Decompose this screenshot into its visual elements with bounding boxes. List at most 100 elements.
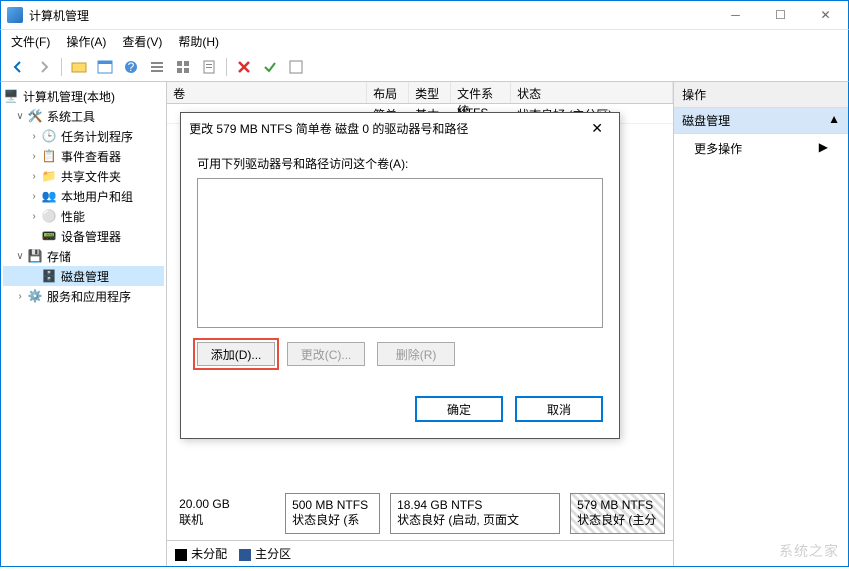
tree-shared-folders[interactable]: › 📁 共享文件夹 — [3, 166, 164, 186]
tree-label: 服务和应用程序 — [47, 288, 131, 305]
partition-2[interactable]: 18.94 GB NTFS 状态良好 (启动, 页面文 — [390, 493, 560, 534]
tree-task-scheduler[interactable]: › 🕒 任务计划程序 — [3, 126, 164, 146]
change-button[interactable]: 更改(C)... — [287, 342, 365, 366]
minimize-button[interactable]: ─ — [713, 1, 758, 29]
tree-storage[interactable]: ∨ 💾 存储 — [3, 246, 164, 266]
app-icon — [7, 7, 23, 23]
performance-icon: ⚪ — [41, 208, 57, 224]
options-icon[interactable] — [285, 56, 307, 78]
expand-icon[interactable]: › — [13, 291, 27, 302]
collapse-icon: ▲ — [828, 112, 840, 129]
disk-status: 联机 — [179, 511, 271, 528]
legend-primary-box — [239, 549, 251, 561]
menubar: 文件(F) 操作(A) 查看(V) 帮助(H) — [0, 30, 849, 52]
partition-status: 状态良好 (启动, 页面文 — [397, 513, 553, 529]
legend: 未分配 主分区 — [167, 540, 673, 566]
help-icon[interactable]: ? — [120, 56, 142, 78]
dialog-prompt: 可用下列驱动器号和路径访问这个卷(A): — [197, 155, 603, 172]
col-layout[interactable]: 布局 — [367, 82, 409, 103]
tree-system-tools[interactable]: ∨ 🛠️ 系统工具 — [3, 106, 164, 126]
delete-icon[interactable] — [233, 56, 255, 78]
grid-icon[interactable] — [172, 56, 194, 78]
partition-3[interactable]: 579 MB NTFS 状态良好 (主分 — [570, 493, 665, 534]
tree-label: 系统工具 — [47, 108, 95, 125]
tree-disk-management[interactable]: 🗄️ 磁盘管理 — [3, 266, 164, 286]
cancel-button[interactable]: 取消 — [515, 396, 603, 422]
tree-label: 计算机管理(本地) — [23, 88, 115, 105]
actions-more[interactable]: 更多操作 ▶ — [674, 134, 848, 163]
window-title: 计算机管理 — [29, 7, 713, 24]
view-icon[interactable] — [94, 56, 116, 78]
drive-paths-listbox[interactable] — [197, 178, 603, 328]
device-icon: 📟 — [41, 228, 57, 244]
menu-help[interactable]: 帮助(H) — [172, 31, 225, 52]
tree-panel: 🖥️ 计算机管理(本地) ∨ 🛠️ 系统工具 › 🕒 任务计划程序 › 📋 事件… — [1, 82, 167, 566]
partition-1[interactable]: 500 MB NTFS 状态良好 (系 — [285, 493, 380, 534]
folder-icon[interactable] — [68, 56, 90, 78]
services-icon: ⚙️ — [27, 288, 43, 304]
legend-unallocated-box — [175, 549, 187, 561]
actions-group-disk[interactable]: 磁盘管理 ▲ — [674, 108, 848, 134]
list-icon[interactable] — [146, 56, 168, 78]
tree-label: 磁盘管理 — [61, 268, 109, 285]
partition-size: 579 MB NTFS — [577, 498, 658, 514]
disk-icon: 🗄️ — [41, 268, 57, 284]
check-icon[interactable] — [259, 56, 281, 78]
back-button[interactable] — [7, 56, 29, 78]
dialog-titlebar: 更改 579 MB NTFS 简单卷 磁盘 0 的驱动器号和路径 ✕ — [181, 113, 619, 143]
partition-status: 状态良好 (主分 — [577, 513, 658, 529]
tree-label: 存储 — [47, 248, 71, 265]
col-status[interactable]: 状态 — [511, 82, 673, 103]
disk-size: 20.00 GB — [179, 497, 271, 511]
expand-icon[interactable]: › — [27, 171, 41, 182]
partition-size: 18.94 GB NTFS — [397, 498, 553, 514]
expand-icon[interactable]: › — [27, 191, 41, 202]
tools-icon: 🛠️ — [27, 108, 43, 124]
tree-label: 本地用户和组 — [61, 188, 133, 205]
tree-services-apps[interactable]: › ⚙️ 服务和应用程序 — [3, 286, 164, 306]
window-titlebar: 计算机管理 ─ ☐ ✕ — [0, 0, 849, 30]
folder-icon: 📁 — [41, 168, 57, 184]
add-button[interactable]: 添加(D)... — [197, 342, 275, 366]
collapse-icon[interactable]: ∨ — [13, 251, 27, 262]
expand-icon[interactable]: › — [27, 211, 41, 222]
legend-primary: 主分区 — [255, 547, 291, 561]
expand-icon[interactable]: › — [27, 151, 41, 162]
col-volume[interactable]: 卷 — [167, 82, 367, 103]
close-button[interactable]: ✕ — [803, 1, 848, 29]
tree-label: 任务计划程序 — [61, 128, 133, 145]
col-type[interactable]: 类型 — [409, 82, 451, 103]
center-panel: 卷 布局 类型 文件系统 状态 简单 基本 NTFS 状态良好 (主分区) 20… — [167, 82, 673, 566]
tree-label: 共享文件夹 — [61, 168, 121, 185]
dialog-close-button[interactable]: ✕ — [583, 120, 611, 137]
tree-event-viewer[interactable]: › 📋 事件查看器 — [3, 146, 164, 166]
properties-icon[interactable] — [198, 56, 220, 78]
chevron-right-icon: ▶ — [819, 140, 828, 157]
ok-button[interactable]: 确定 — [415, 396, 503, 422]
event-icon: 📋 — [41, 148, 57, 164]
forward-button[interactable] — [33, 56, 55, 78]
col-filesystem[interactable]: 文件系统 — [451, 82, 511, 103]
tree-label: 设备管理器 — [61, 228, 121, 245]
menu-file[interactable]: 文件(F) — [5, 31, 56, 52]
expand-icon[interactable]: › — [27, 131, 41, 142]
tree-root[interactable]: 🖥️ 计算机管理(本地) — [3, 86, 164, 106]
clock-icon: 🕒 — [41, 128, 57, 144]
users-icon: 👥 — [41, 188, 57, 204]
remove-button[interactable]: 删除(R) — [377, 342, 455, 366]
collapse-icon[interactable]: ∨ — [13, 111, 27, 122]
partition-status: 状态良好 (系 — [292, 513, 373, 529]
change-drive-letter-dialog: 更改 579 MB NTFS 简单卷 磁盘 0 的驱动器号和路径 ✕ 可用下列驱… — [180, 112, 620, 439]
actions-group-label: 磁盘管理 — [682, 112, 730, 129]
tree-performance[interactable]: › ⚪ 性能 — [3, 206, 164, 226]
tree-local-users[interactable]: › 👥 本地用户和组 — [3, 186, 164, 206]
dialog-title: 更改 579 MB NTFS 简单卷 磁盘 0 的驱动器号和路径 — [189, 120, 583, 137]
volume-list-header: 卷 布局 类型 文件系统 状态 — [167, 82, 673, 104]
actions-more-label: 更多操作 — [694, 140, 742, 157]
menu-view[interactable]: 查看(V) — [116, 31, 168, 52]
menu-action[interactable]: 操作(A) — [60, 31, 112, 52]
legend-unallocated: 未分配 — [191, 547, 227, 561]
tree-label: 性能 — [61, 208, 85, 225]
tree-device-manager[interactable]: 📟 设备管理器 — [3, 226, 164, 246]
maximize-button[interactable]: ☐ — [758, 1, 803, 29]
